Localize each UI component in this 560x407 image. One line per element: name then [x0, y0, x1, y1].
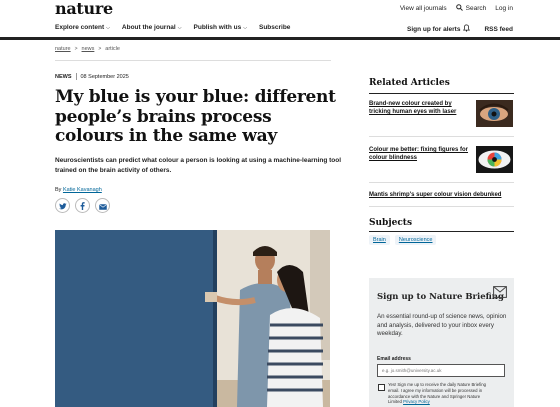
- breadcrumb-article: article: [105, 46, 120, 52]
- nav-label: About the journal: [121, 24, 176, 31]
- nav-label: Explore content: [55, 24, 105, 31]
- chevron-down-icon: ⌵: [106, 24, 110, 31]
- rss-feed-link[interactable]: RSS feed: [484, 24, 513, 34]
- chevron-right-icon: >: [98, 46, 102, 52]
- utility-links: View all journals Search Log in: [400, 4, 513, 13]
- briefing-signup-box: Sign up to Nature Briefing An essential …: [369, 278, 514, 407]
- author-link[interactable]: Katie Kavanagh: [63, 187, 102, 193]
- header-divider: [0, 37, 560, 40]
- main-nav: Explore content ⌵ About the journal ⌵ Publ…: [55, 24, 290, 31]
- related-articles-heading: Related Articles: [369, 78, 450, 88]
- related-item-title[interactable]: Colour me better: fixing figures for col…: [369, 146, 474, 162]
- facebook-icon: [80, 197, 85, 215]
- nature-logo[interactable]: nature: [55, 0, 113, 18]
- related-item-title[interactable]: Brand-new colour created by tricking hum…: [369, 100, 474, 116]
- nav-publish-with-us[interactable]: Publish with us ⌵: [194, 24, 247, 31]
- chevron-right-icon: >: [74, 46, 78, 52]
- nav-about-journal[interactable]: About the journal ⌵: [122, 24, 182, 31]
- article-meta: NEWS 08 September 2025: [55, 73, 129, 80]
- alerts-signup-link[interactable]: Sign up for alerts: [407, 24, 471, 34]
- nav-subscribe[interactable]: Subscribe: [259, 24, 290, 31]
- privacy-policy-link[interactable]: Privacy Policy: [403, 399, 430, 404]
- article-date: 08 September 2025: [80, 73, 129, 80]
- bell-icon: [463, 24, 471, 34]
- search-icon: [455, 4, 463, 13]
- byline: By Katie Kavanagh: [55, 187, 102, 193]
- chevron-down-icon: ⌵: [243, 24, 247, 31]
- related-divider: [369, 182, 514, 183]
- email-icon: [98, 197, 107, 215]
- share-email-button[interactable]: [95, 198, 110, 213]
- article-type: NEWS: [55, 73, 72, 80]
- consent-checkbox[interactable]: [378, 384, 385, 391]
- share-facebook-button[interactable]: [75, 198, 90, 213]
- login-link[interactable]: Log in: [495, 5, 513, 12]
- share-twitter-button[interactable]: [55, 198, 70, 213]
- related-item-title[interactable]: Mantis shrimp's super colour vision debu…: [369, 191, 514, 199]
- related-heading-rule: [369, 93, 514, 94]
- email-field[interactable]: [377, 364, 505, 377]
- search-button[interactable]: Search: [455, 4, 487, 13]
- colourful-eye-thumbnail: [476, 146, 513, 173]
- nav-explore-content[interactable]: Explore content ⌵: [55, 24, 110, 31]
- nav-label: Subscribe: [259, 24, 291, 31]
- article-title: My blue is your blue: different people’s…: [55, 87, 336, 146]
- hero-photo-illustration: [55, 230, 330, 407]
- right-nav: Sign up for alerts RSS feed: [407, 24, 513, 34]
- subject-tag-neuroscience[interactable]: Neuroscience: [394, 235, 437, 245]
- hero-image: [55, 230, 330, 407]
- breadcrumb-news[interactable]: news: [82, 46, 95, 52]
- briefing-description: An essential round-up of science news, o…: [377, 313, 507, 337]
- subjects-heading: Subjects: [369, 218, 413, 228]
- breadcrumb: nature > news > article: [55, 46, 120, 52]
- subjects-heading-rule: [369, 231, 514, 232]
- subject-tag-brain[interactable]: Brain: [369, 235, 390, 245]
- byline-prefix: By: [55, 187, 62, 193]
- consent-text: Yes! Sign me up to receive the daily Nat…: [388, 382, 506, 405]
- article-standfirst: Neuroscientists can predict what colour …: [55, 157, 342, 174]
- breadcrumb-nature[interactable]: nature: [55, 46, 71, 52]
- consent-line: Limited: [388, 399, 402, 405]
- nav-label: Publish with us: [193, 24, 242, 31]
- view-all-journals-link[interactable]: View all journals: [400, 5, 447, 12]
- email-field-label: Email address: [377, 356, 411, 362]
- envelope-icon: [493, 286, 507, 298]
- related-divider: [369, 206, 514, 207]
- share-buttons: [55, 198, 110, 213]
- eye-closeup-thumbnail: [476, 100, 513, 127]
- site-header: nature View all journals Search Log in E…: [0, 0, 560, 40]
- meta-divider: [75, 73, 77, 80]
- related-articles-section: Related Articles: [369, 78, 514, 94]
- briefing-title: Sign up to Nature Briefing: [377, 292, 504, 302]
- breadcrumb-divider: [55, 60, 331, 61]
- subject-tags: Brain Neuroscience: [369, 235, 437, 245]
- related-divider: [369, 136, 514, 137]
- alerts-label: Sign up for alerts: [407, 25, 461, 33]
- consent-line: email. I agree my information will be pr…: [388, 387, 483, 393]
- search-label: Search: [465, 5, 487, 12]
- twitter-icon: [58, 197, 67, 215]
- consent-line: accordance with the Nature and Springer …: [388, 393, 481, 399]
- consent-line: Yes! Sign me up to receive the daily Nat…: [388, 382, 487, 387]
- chevron-down-icon: ⌵: [177, 24, 182, 31]
